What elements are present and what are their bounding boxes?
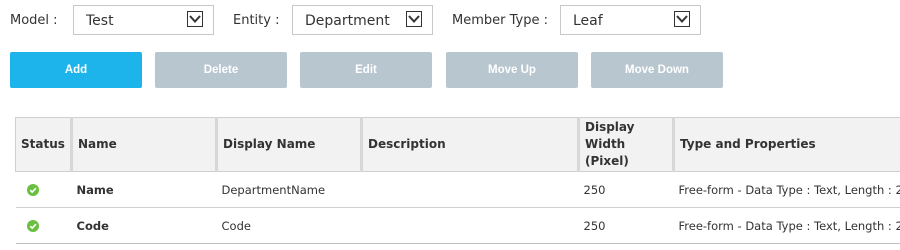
chevron-down-icon[interactable] (406, 11, 422, 27)
name-cell: Code (71, 207, 217, 244)
column-header-status[interactable]: Status (15, 117, 72, 172)
move-down-button[interactable]: Move Down (591, 52, 723, 88)
action-toolbar: Add Delete Edit Move Up Move Down (0, 52, 900, 88)
display-width-cell: 250 (578, 171, 674, 208)
member-type-select-value: Leaf (573, 13, 603, 29)
status-cell (15, 171, 72, 208)
type-properties-cell: Free-form - Data Type : Text, Length : 2… (673, 171, 900, 208)
display-name-cell: Code (216, 207, 362, 244)
filter-bar: Model : Test Entity : Department Member … (0, 4, 900, 38)
entity-select[interactable]: Department (292, 5, 433, 35)
model-select[interactable]: Test (73, 5, 214, 35)
column-header-display-width[interactable]: Display Width (Pixel) (577, 117, 674, 172)
display-width-cell: 250 (578, 207, 674, 244)
delete-button[interactable]: Delete (155, 52, 287, 88)
table-row[interactable]: Name DepartmentName 250 Free-form - Data… (15, 171, 900, 208)
move-up-button[interactable]: Move Up (446, 52, 578, 88)
table-header-row: Status Name Display Name Description Dis… (15, 117, 900, 172)
description-cell (361, 171, 579, 208)
ok-check-icon (26, 184, 39, 196)
name-cell: Name (71, 171, 217, 208)
chevron-down-icon[interactable] (674, 11, 690, 27)
type-properties-cell: Free-form - Data Type : Text, Length : 2… (673, 207, 900, 244)
chevron-down-icon[interactable] (187, 11, 203, 27)
entity-label: Entity : (233, 13, 280, 28)
description-cell (361, 207, 579, 244)
table-row[interactable]: Code Code 250 Free-form - Data Type : Te… (15, 207, 900, 244)
column-header-display-name[interactable]: Display Name (215, 117, 362, 172)
entity-select-value: Department (305, 13, 390, 29)
model-label: Model : (10, 13, 58, 28)
member-type-select[interactable]: Leaf (560, 5, 701, 35)
ok-check-icon (26, 220, 39, 232)
attributes-table: Status Name Display Name Description Dis… (15, 117, 900, 244)
column-header-type-properties[interactable]: Type and Properties (672, 117, 900, 172)
model-select-value: Test (86, 13, 114, 29)
column-header-description[interactable]: Description (360, 117, 579, 172)
status-cell (15, 207, 72, 244)
column-header-name[interactable]: Name (70, 117, 217, 172)
display-name-cell: DepartmentName (216, 171, 362, 208)
member-type-label: Member Type : (452, 13, 548, 28)
add-button[interactable]: Add (10, 52, 142, 88)
edit-button[interactable]: Edit (300, 52, 432, 88)
